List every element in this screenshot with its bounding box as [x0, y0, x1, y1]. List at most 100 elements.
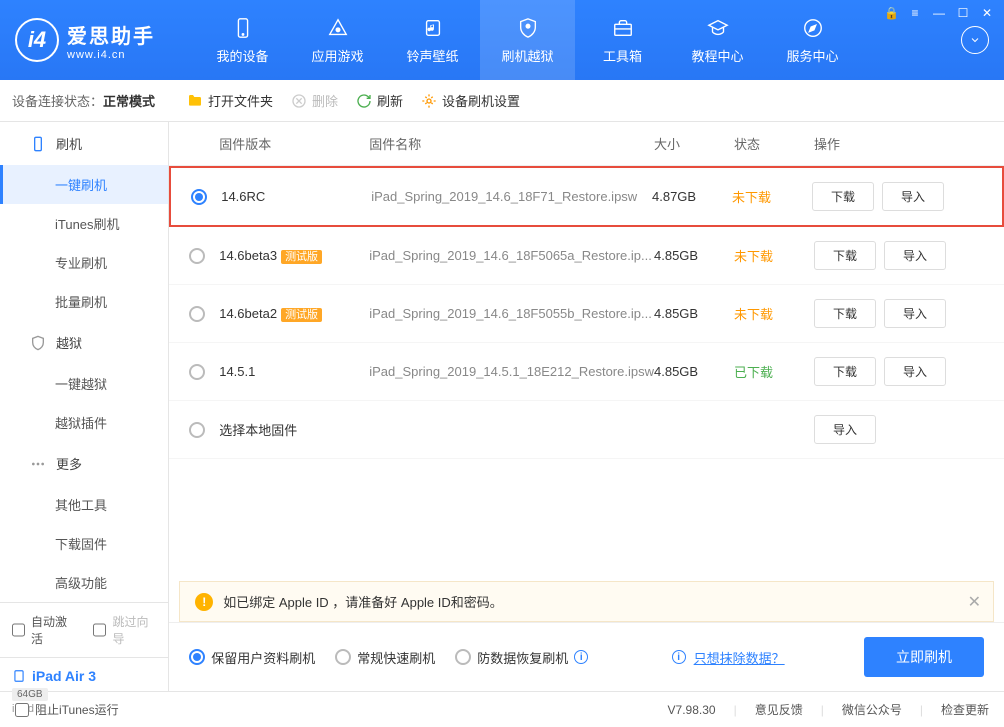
sidebar-item-oneclick-jailbreak[interactable]: 一键越狱	[0, 364, 168, 403]
compass-icon	[801, 16, 825, 40]
window-controls: 🔒 ≡ — ☐ ✕	[884, 6, 994, 20]
download-button[interactable]: 下载	[814, 357, 876, 386]
close-icon[interactable]: ✕	[980, 6, 994, 20]
maximize-icon[interactable]: ☐	[956, 6, 970, 20]
import-button[interactable]: 导入	[884, 299, 946, 328]
firmware-version: 14.6beta3测试版	[219, 248, 369, 264]
sidebar-item-batch-flash[interactable]: 批量刷机	[0, 282, 168, 321]
header-dropdown[interactable]	[961, 26, 989, 54]
download-button[interactable]: 下载	[814, 299, 876, 328]
device-storage: 64GB	[12, 688, 48, 701]
nav-tools[interactable]: 工具箱	[575, 0, 670, 80]
minimize-icon[interactable]: —	[932, 6, 946, 20]
flash-now-button[interactable]: 立即刷机	[864, 637, 984, 677]
logo: i4 爱思助手 www.i4.cn	[15, 18, 155, 62]
warning-bar: ! 如已绑定 Apple ID ，请准备好 Apple ID和密码。 ✕	[179, 581, 994, 622]
firmware-size: 4.85GB	[654, 306, 734, 321]
info-icon[interactable]: i	[574, 650, 588, 664]
chevron-down-icon	[961, 26, 989, 54]
wechat-link[interactable]: 微信公众号	[842, 701, 902, 718]
firmware-row[interactable]: 14.5.1iPad_Spring_2019_14.5.1_18E212_Res…	[169, 343, 1004, 401]
firmware-filename: iPad_Spring_2019_14.6_18F5055b_Restore.i…	[369, 306, 654, 321]
sidebar-item-advanced[interactable]: 高级功能	[0, 563, 168, 602]
firmware-version: 14.6beta2测试版	[219, 306, 369, 322]
lock-icon[interactable]: 🔒	[884, 6, 898, 20]
erase-data-link[interactable]: 只想抹除数据？	[694, 648, 785, 667]
firmware-row[interactable]: 14.6RCiPad_Spring_2019_14.6_18F71_Restor…	[169, 166, 1004, 227]
sidebar-section-more[interactable]: 更多	[0, 442, 168, 485]
auto-activate-checkbox[interactable]: 自动激活 跳过向导	[12, 613, 156, 647]
row-radio[interactable]	[189, 306, 205, 322]
sidebar: 刷机 一键刷机 iTunes刷机 专业刷机 批量刷机 越狱 一键越狱 越狱插件 …	[0, 122, 169, 691]
firmware-row[interactable]: 选择本地固件 导入	[169, 401, 1004, 459]
sidebar-item-pro-flash[interactable]: 专业刷机	[0, 243, 168, 282]
logo-icon: i4	[15, 18, 59, 62]
app-title: 爱思助手	[67, 20, 155, 49]
firmware-version: 14.6RC	[221, 189, 371, 204]
gear-icon	[421, 93, 437, 109]
option-normal-fast[interactable]: 常规快速刷机	[335, 648, 435, 667]
flash-section-icon	[30, 136, 46, 152]
nav-service[interactable]: 服务中心	[765, 0, 860, 80]
table-header: 固件版本 固件名称 大小 状态 操作	[169, 122, 1004, 166]
warning-icon: !	[195, 593, 213, 611]
nav-ringtones[interactable]: 铃声壁纸	[385, 0, 480, 80]
graduation-icon	[706, 16, 730, 40]
warning-close-button[interactable]: ✕	[968, 592, 981, 612]
firmware-table: 14.6RCiPad_Spring_2019_14.6_18F71_Restor…	[169, 166, 1004, 581]
header-name: 固件名称	[369, 134, 654, 153]
beta-badge: 测试版	[281, 250, 322, 264]
nav-my-device[interactable]: 我的设备	[195, 0, 290, 80]
import-button[interactable]: 导入	[814, 415, 876, 444]
sidebar-item-oneclick-flash[interactable]: 一键刷机	[0, 165, 168, 204]
firmware-version: 选择本地固件	[219, 420, 369, 439]
sidebar-section-jailbreak[interactable]: 越狱	[0, 321, 168, 364]
warning-text: 如已绑定 Apple ID ，请准备好 Apple ID和密码。	[223, 592, 503, 611]
row-radio[interactable]	[189, 422, 205, 438]
more-section-icon	[30, 456, 46, 472]
firmware-row[interactable]: 14.6beta2测试版iPad_Spring_2019_14.6_18F505…	[169, 285, 1004, 343]
option-anti-recovery[interactable]: 防数据恢复刷机 i	[455, 648, 592, 667]
import-button[interactable]: 导入	[884, 241, 946, 270]
download-button[interactable]: 下载	[812, 182, 874, 211]
feedback-link[interactable]: 意见反馈	[755, 701, 803, 718]
nav-tutorials[interactable]: 教程中心	[670, 0, 765, 80]
open-folder-button[interactable]: 打开文件夹	[187, 91, 273, 110]
row-radio[interactable]	[191, 189, 207, 205]
jailbreak-section-icon	[30, 335, 46, 351]
sidebar-item-jailbreak-plugins[interactable]: 越狱插件	[0, 403, 168, 442]
firmware-row[interactable]: 14.6beta3测试版iPad_Spring_2019_14.6_18F506…	[169, 227, 1004, 285]
info-icon[interactable]: i	[672, 650, 686, 664]
skip-guide-checkbox[interactable]	[93, 623, 106, 637]
sidebar-item-other-tools[interactable]: 其他工具	[0, 485, 168, 524]
refresh-button[interactable]: 刷新	[356, 91, 403, 110]
flash-options: 保留用户资料刷机 常规快速刷机 防数据恢复刷机 i i 只想抹除数据？ 立即刷机	[169, 622, 1004, 691]
delete-button[interactable]: 删除	[291, 91, 338, 110]
delete-icon	[291, 93, 307, 109]
sidebar-item-itunes-flash[interactable]: iTunes刷机	[0, 204, 168, 243]
nav-flash[interactable]: 刷机越狱	[480, 0, 575, 80]
music-icon	[421, 16, 445, 40]
check-update-link[interactable]: 检查更新	[941, 701, 989, 718]
sidebar-item-download-firmware[interactable]: 下载固件	[0, 524, 168, 563]
version-label: V7.98.30	[668, 703, 716, 717]
import-button[interactable]: 导入	[884, 357, 946, 386]
sidebar-section-flash[interactable]: 刷机	[0, 122, 168, 165]
block-itunes-checkbox[interactable]: 阻止iTunes运行	[15, 701, 119, 718]
firmware-size: 4.87GB	[652, 189, 732, 204]
download-button[interactable]: 下载	[814, 241, 876, 270]
radio-icon	[335, 649, 351, 665]
menu-icon[interactable]: ≡	[908, 6, 922, 20]
folder-icon	[187, 93, 203, 109]
row-radio[interactable]	[189, 248, 205, 264]
header-action: 操作	[814, 134, 984, 153]
nav-apps[interactable]: 应用游戏	[290, 0, 385, 80]
refresh-icon	[356, 93, 372, 109]
radio-icon	[455, 649, 471, 665]
toolbox-icon	[611, 16, 635, 40]
import-button[interactable]: 导入	[882, 182, 944, 211]
option-keep-data[interactable]: 保留用户资料刷机	[189, 648, 315, 667]
settings-button[interactable]: 设备刷机设置	[421, 91, 520, 110]
firmware-size: 4.85GB	[654, 364, 734, 379]
row-radio[interactable]	[189, 364, 205, 380]
